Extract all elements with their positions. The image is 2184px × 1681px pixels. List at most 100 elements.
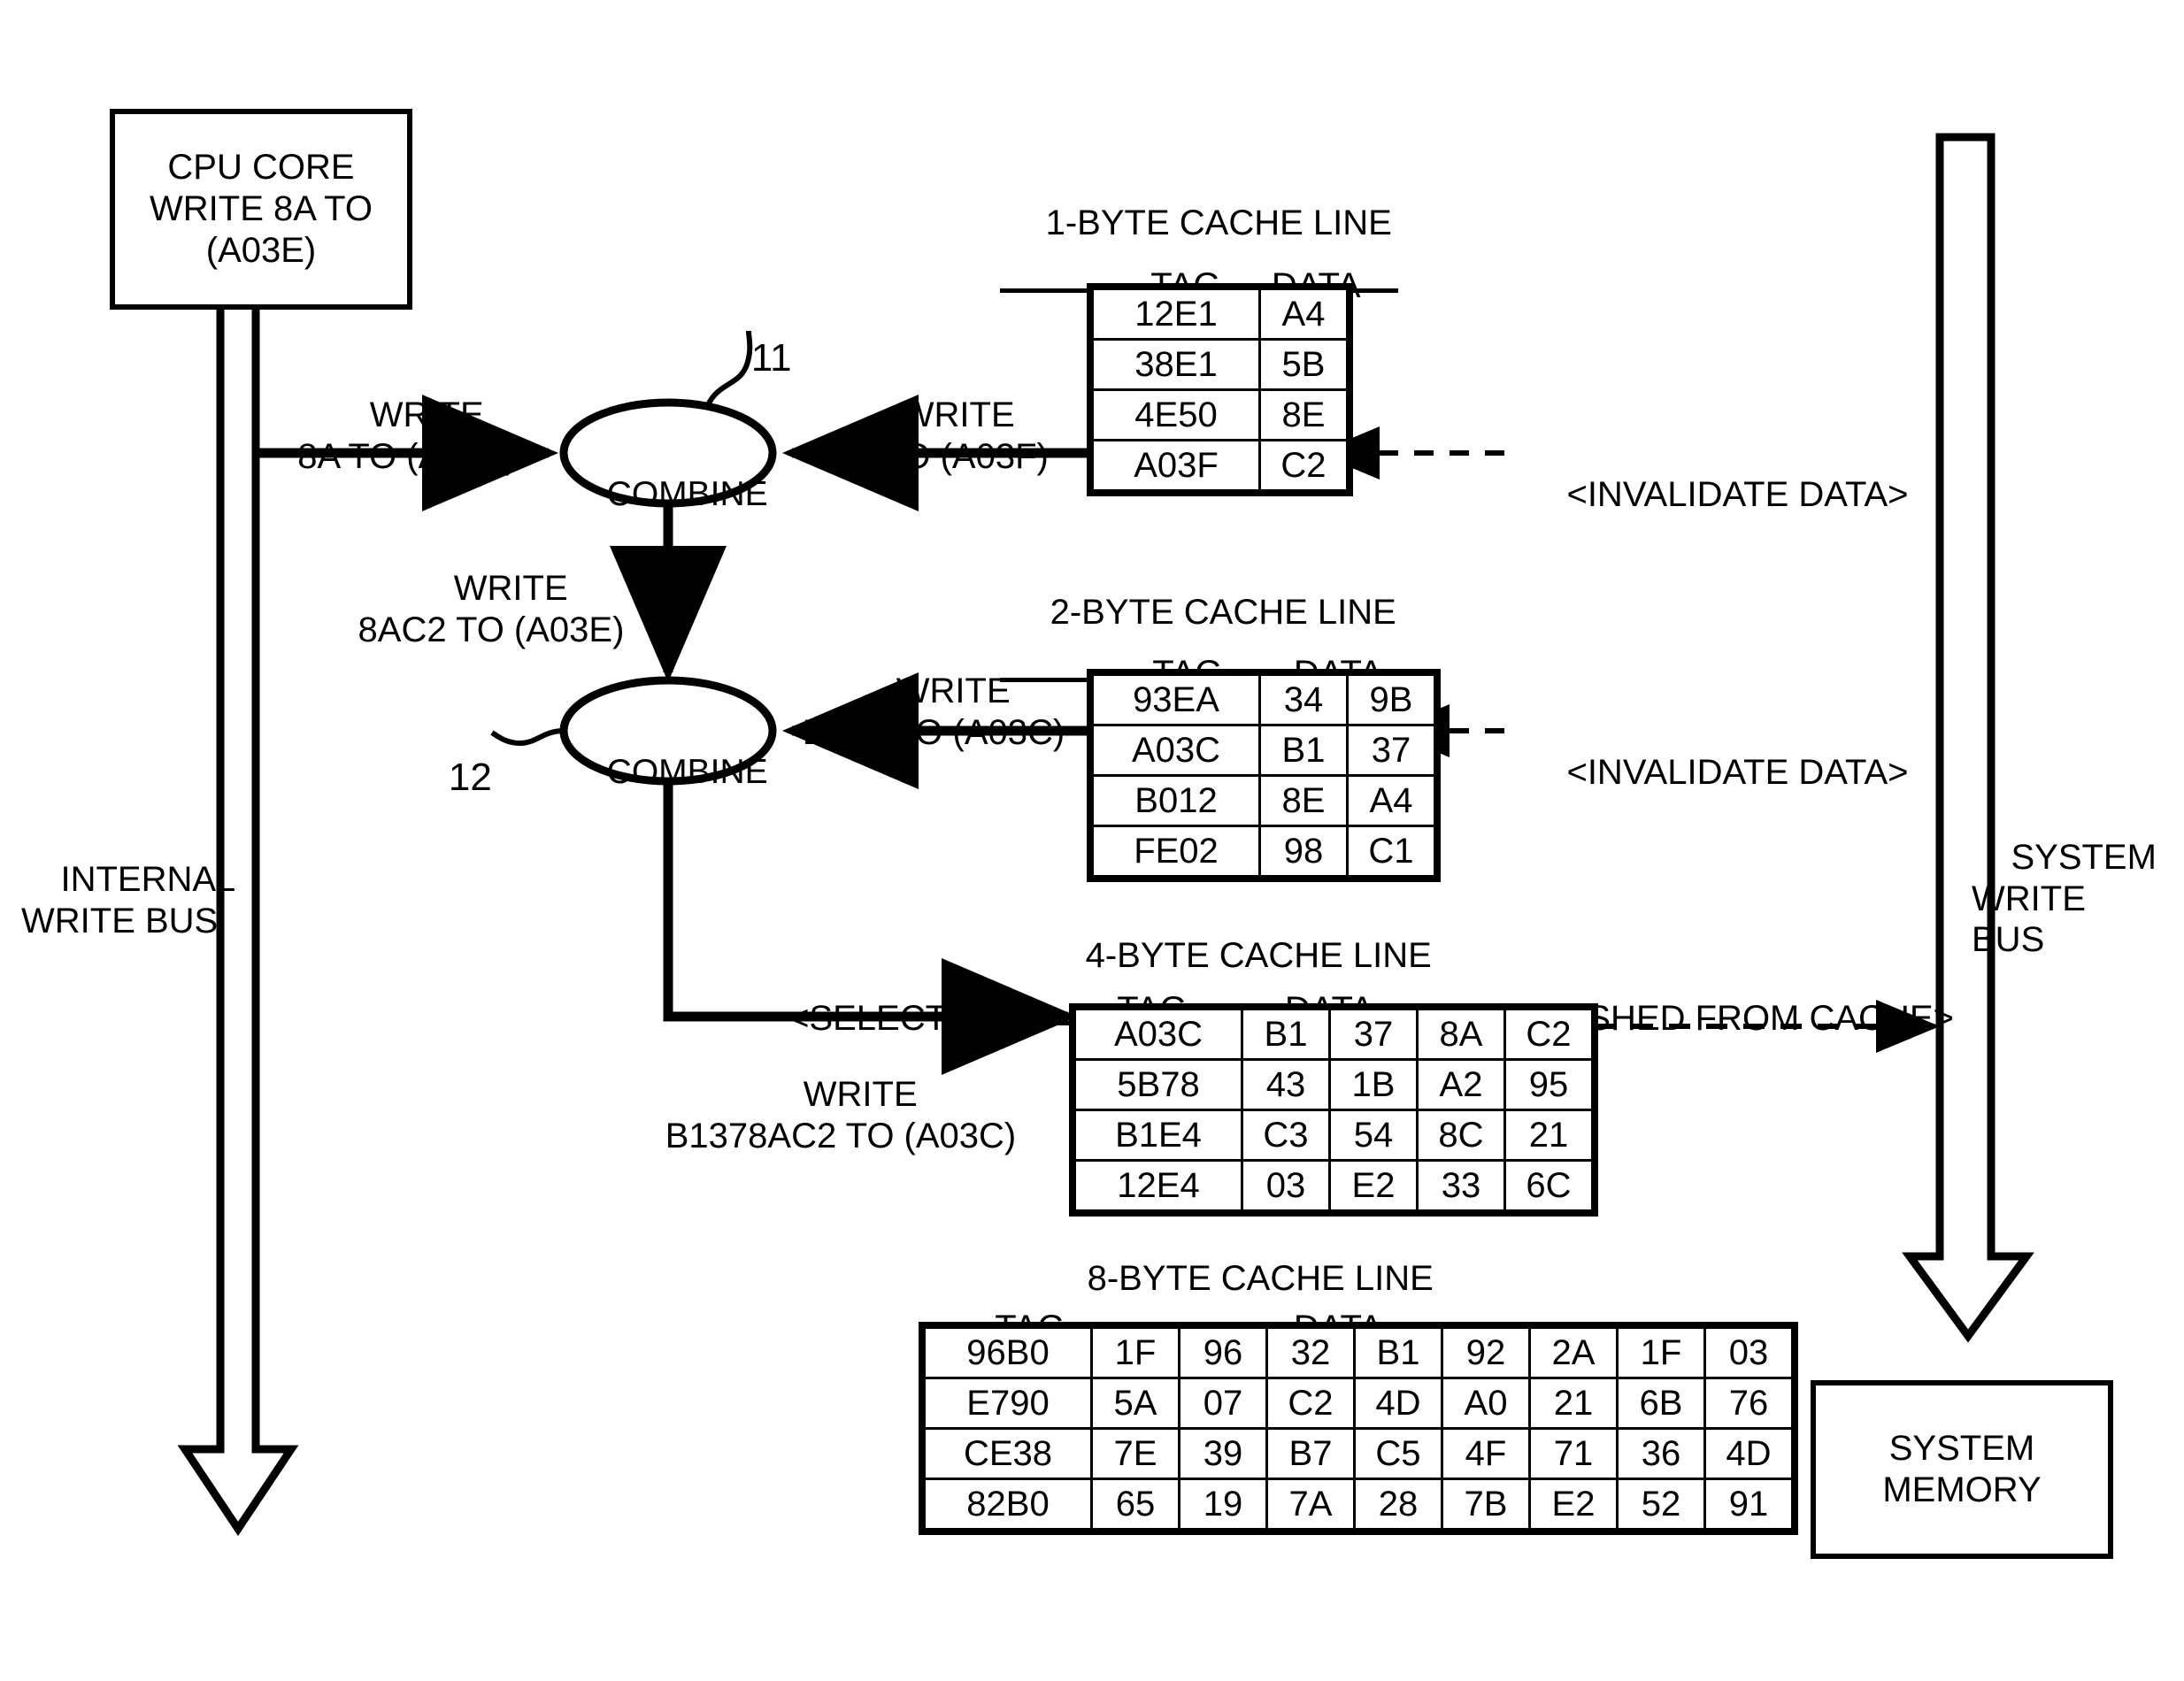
cache-data-cell: 37 <box>1328 1008 1419 1061</box>
cache-tag-cell: 4E50 <box>1091 388 1261 441</box>
cache-table-1: 12E1 A4 38E1 5B 4E50 8E A03F C2 <box>1087 283 1353 496</box>
cache-data-cell: C3 <box>1241 1109 1331 1162</box>
internal-write-bus-label: INTERNAL WRITE BUS <box>21 818 322 983</box>
cache-data-cell: 7A <box>1265 1478 1356 1531</box>
cache-data-cell: C2 <box>1503 1008 1594 1061</box>
edge-label-write-8ac2: WRITE 8AC2 TO (A03E) <box>358 569 625 649</box>
cache-data-cell: 34 <box>1258 673 1349 726</box>
cache-tag-cell: A03F <box>1091 439 1261 492</box>
cache-tag-cell: E790 <box>923 1377 1093 1430</box>
table-row: 5B78 43 1B A2 95 <box>1073 1058 1594 1111</box>
system-write-bus-label-text: SYSTEM WRITE BUS <box>1972 838 2157 960</box>
cache-data-cell: 28 <box>1353 1478 1443 1531</box>
cache-table-4: 96B0 1F 96 32 B1 92 2A 1F 03 E790 5A 07 C2 4D A0 21 6B 76… <box>919 1322 1798 1535</box>
cache-data-cell: 4F <box>1441 1427 1531 1480</box>
table-row: E790 5A 07 C2 4D A0 21 6B 76 <box>923 1377 1794 1430</box>
table-row: 12E1 A4 <box>1091 288 1349 341</box>
cache-table-3: A03C B1 37 8A C2 5B78 43 1B A2 95 B1E4 C3 54 8C 21 12E4… <box>1069 1003 1598 1217</box>
table-row: 38E1 5B <box>1091 338 1349 391</box>
cache-data-cell: 1F <box>1090 1326 1180 1379</box>
cache-data-cell: 8A <box>1416 1008 1506 1061</box>
cache-data-cell: 37 <box>1346 724 1436 777</box>
cache-data-cell: 39 <box>1178 1427 1268 1480</box>
cache-tag-cell: 5B78 <box>1073 1058 1243 1111</box>
combine-node-2-ref: 12 <box>448 756 492 800</box>
cache-data-cell: 6C <box>1503 1159 1594 1212</box>
cache-tag-cell: 12E4 <box>1073 1159 1243 1212</box>
cache-data-cell: 8C <box>1416 1109 1506 1162</box>
table-row: CE38 7E 39 B7 C5 4F 71 36 4D <box>923 1427 1794 1480</box>
cache-data-cell: 03 <box>1241 1159 1331 1212</box>
cache-table-2: 93EA 34 9B A03C B1 37 B012 8E A4 FE02 98 C1 <box>1087 669 1441 882</box>
cache-data-cell: 4D <box>1703 1427 1794 1480</box>
cache-data-cell: 21 <box>1528 1377 1619 1430</box>
cache-data-cell: A2 <box>1416 1058 1506 1111</box>
cache-data-cell: C2 <box>1265 1377 1356 1430</box>
cache-data-cell: 91 <box>1703 1478 1794 1531</box>
cache-data-cell: 8E <box>1258 388 1349 441</box>
cache-data-cell: 1B <box>1328 1058 1419 1111</box>
cache-data-cell: B1 <box>1353 1326 1443 1379</box>
cache-data-cell: 54 <box>1328 1109 1419 1162</box>
cache-tag-cell: 82B0 <box>923 1478 1093 1531</box>
table-row: B1E4 C3 54 8C 21 <box>1073 1109 1594 1162</box>
cache-data-cell: C1 <box>1346 825 1436 878</box>
cache-tag-cell: B1E4 <box>1073 1109 1243 1162</box>
cache-tag-cell: 12E1 <box>1091 288 1261 341</box>
table-row: 12E4 03 E2 33 6C <box>1073 1159 1594 1212</box>
cache-data-cell: 5A <box>1090 1377 1180 1430</box>
cache-data-cell: E2 <box>1328 1159 1419 1212</box>
cache-data-cell: B1 <box>1258 724 1349 777</box>
figure-canvas: CPU CORE WRITE 8A TO (A03E) SYSTEM MEMOR… <box>0 0 2184 1681</box>
cache-data-cell: 07 <box>1178 1377 1268 1430</box>
table-row: 82B0 65 19 7A 28 7B E2 52 91 <box>923 1478 1794 1531</box>
cache-data-cell: A4 <box>1346 774 1436 827</box>
table-row: 93EA 34 9B <box>1091 673 1436 726</box>
cache-data-cell: 95 <box>1503 1058 1594 1111</box>
cache-tag-cell: 38E1 <box>1091 338 1261 391</box>
cache-tag-cell: A03C <box>1091 724 1261 777</box>
system-memory-box: SYSTEM MEMORY <box>1811 1380 2113 1559</box>
edge-label-invalidate-1: <INVALIDATE DATA> <box>1566 475 1909 515</box>
table-row: 96B0 1F 96 32 B1 92 2A 1F 03 <box>923 1326 1794 1379</box>
cache-data-cell: B1 <box>1241 1008 1331 1061</box>
cache-data-cell: 52 <box>1616 1478 1706 1531</box>
cache-data-cell: 36 <box>1616 1427 1706 1480</box>
cache-data-cell: 2A <box>1528 1326 1619 1379</box>
cache-data-cell: 71 <box>1528 1427 1619 1480</box>
combine-node-2-leader <box>490 728 565 747</box>
cache-data-cell: 7B <box>1441 1478 1531 1531</box>
cache-tag-cell: FE02 <box>1091 825 1261 878</box>
cache-data-cell: B7 <box>1265 1427 1356 1480</box>
system-memory-box-label: SYSTEM MEMORY <box>1882 1428 2042 1509</box>
cache-data-cell: 33 <box>1416 1159 1506 1212</box>
table-row: 4E50 8E <box>1091 388 1349 441</box>
cache-tag-cell: 96B0 <box>923 1326 1093 1379</box>
cache-data-cell: 6B <box>1616 1377 1706 1430</box>
cache-tag-cell: B012 <box>1091 774 1261 827</box>
cache-data-cell: E2 <box>1528 1478 1619 1531</box>
cache-data-cell: 1F <box>1616 1326 1706 1379</box>
cache-data-cell: 8E <box>1258 774 1349 827</box>
cache-data-cell: 19 <box>1178 1478 1268 1531</box>
cpu-core-box-label: CPU CORE WRITE 8A TO (A03E) <box>150 147 373 271</box>
cache-data-cell: A0 <box>1441 1377 1531 1430</box>
cache-data-cell: 9B <box>1346 673 1436 726</box>
table-row: FE02 98 C1 <box>1091 825 1436 878</box>
edge-label-write-8a: WRITE 8A TO (A03E) <box>297 395 517 476</box>
cache-data-cell: 98 <box>1258 825 1349 878</box>
cache-tag-cell: CE38 <box>923 1427 1093 1480</box>
table-row: B012 8E A4 <box>1091 774 1436 827</box>
cache-data-cell: 5B <box>1258 338 1349 391</box>
combine-node-2-label: COMBINE <box>606 753 768 792</box>
cache-data-cell: 32 <box>1265 1326 1356 1379</box>
cache-data-cell: C5 <box>1353 1427 1443 1480</box>
cache-data-cell: 03 <box>1703 1326 1794 1379</box>
cache-data-cell: 43 <box>1241 1058 1331 1111</box>
cache-data-cell: 92 <box>1441 1326 1531 1379</box>
edge-label-invalidate-2: <INVALIDATE DATA> <box>1566 753 1909 793</box>
cache-data-cell: 76 <box>1703 1377 1794 1430</box>
table-row: A03C B1 37 <box>1091 724 1436 777</box>
cache-data-cell: 21 <box>1503 1109 1594 1162</box>
cache-data-cell: 96 <box>1178 1326 1268 1379</box>
